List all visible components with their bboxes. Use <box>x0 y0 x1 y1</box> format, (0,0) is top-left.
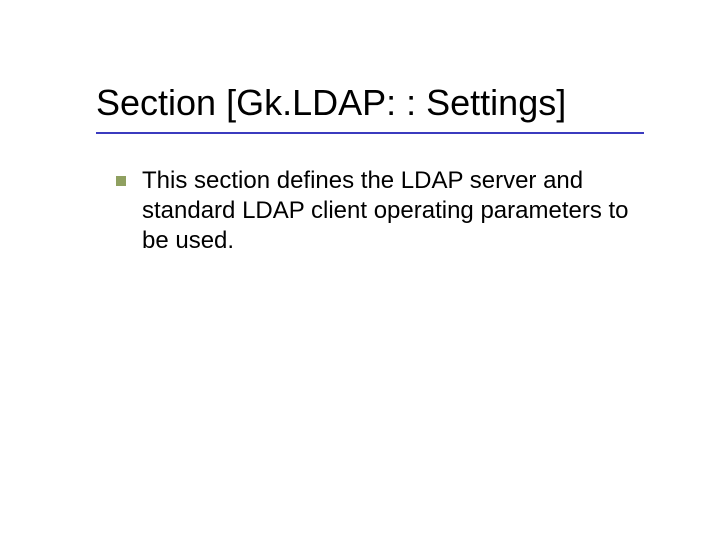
slide: Section [Gk.LDAP: : Settings] This secti… <box>0 0 720 540</box>
slide-title: Section [Gk.LDAP: : Settings] <box>96 82 656 132</box>
list-item: This section defines the LDAP server and… <box>116 166 636 256</box>
list-item-text: This section defines the LDAP server and… <box>142 166 636 256</box>
title-underline <box>96 132 644 134</box>
title-wrap: Section [Gk.LDAP: : Settings] <box>96 82 656 132</box>
body: This section defines the LDAP server and… <box>116 166 636 256</box>
square-bullet-icon <box>116 176 126 186</box>
